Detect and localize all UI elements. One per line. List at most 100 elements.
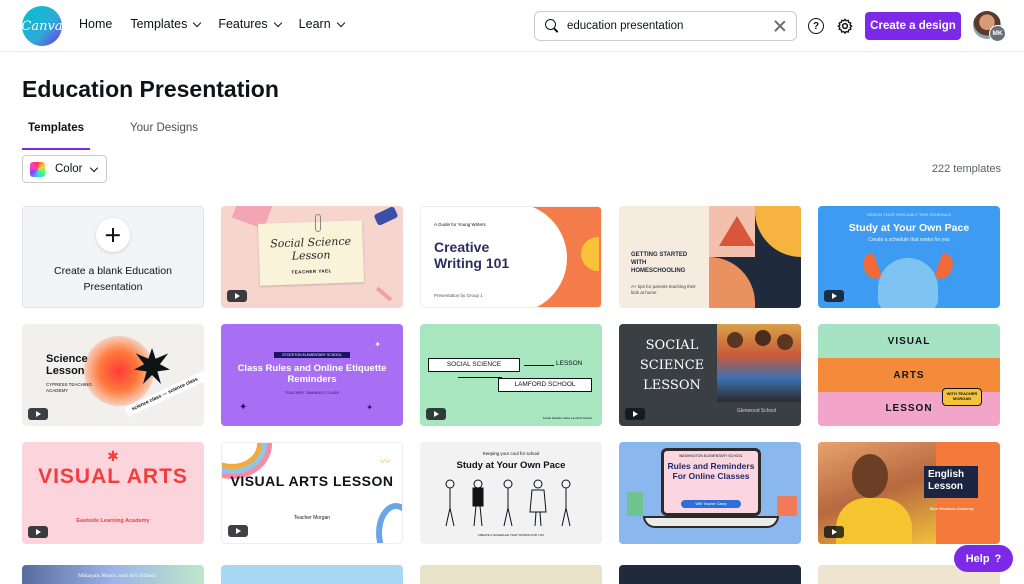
pencil-cup (627, 492, 643, 516)
play-icon (28, 526, 48, 538)
template-card[interactable] (420, 565, 602, 584)
card-subtitle: CYPRESS TEACHING ACADEMY (46, 382, 92, 393)
template-card[interactable]: DESIGN YOUR OWN DAILY TIME SCHEDULE Stud… (818, 206, 1000, 308)
help-icon[interactable]: ? (808, 18, 824, 34)
card-title: Class Rules and Online Etiquette Reminde… (237, 363, 387, 386)
card-subtitle: With Teacher Casey (681, 500, 741, 508)
wave-decoration (376, 503, 402, 543)
nav-templates[interactable]: Templates (130, 17, 202, 31)
help-button[interactable]: Help ? (954, 545, 1013, 572)
color-filter-button[interactable]: Color (22, 155, 107, 183)
tab-your-designs-label: Your Designs (130, 122, 199, 134)
card-line2: ARTS (893, 370, 925, 381)
card-subtitle: Blue Meadows Academy (930, 506, 974, 511)
nav-home[interactable]: Home (79, 17, 112, 31)
template-card[interactable]: Social Science Lesson TEACHER YAEL (221, 206, 403, 308)
template-card[interactable]: VISUAL ARTS LESSON WITH TEACHER MORGAN (818, 324, 1000, 426)
template-card[interactable]: 〰 VISUAL ARTS LESSON Teacher Morgan (221, 442, 403, 544)
plus-icon (96, 218, 130, 253)
card-kicker: Keeping your cool for school (482, 451, 540, 456)
students-sketch (445, 479, 571, 527)
paperclip-icon (315, 214, 321, 232)
laptop-base (643, 516, 779, 528)
card-title: GETTING STARTED WITH HOMESCHOOLING (631, 252, 688, 274)
close-icon[interactable] (774, 20, 786, 32)
rainbow-decoration (222, 443, 262, 469)
create-blank-card[interactable]: Create a blank Education Presentation (22, 206, 204, 308)
color-filter-label: Color (55, 163, 83, 175)
eraser-decoration (373, 206, 399, 227)
nav-templates-label: Templates (130, 17, 188, 31)
card-subtitle: Create a schedule that works for you (868, 237, 950, 243)
template-grid: Create a blank Education Presentation So… (22, 206, 1002, 544)
student-head (852, 454, 888, 498)
card-title: Rules and Reminders For Online Classes (667, 461, 755, 481)
tabs: Templates Your Designs (22, 118, 204, 150)
card-subtitle: Eastside Learning Academy (76, 518, 150, 524)
partial-template-row: Mikayan Music and Art School (22, 565, 1002, 584)
play-icon (824, 290, 844, 302)
search-input[interactable] (567, 20, 767, 32)
canva-logo[interactable]: Canva (21, 6, 63, 46)
chevron-down-icon (273, 18, 282, 27)
template-card[interactable]: STOCKTON ELEMENTARY SCHOOL Class Rules a… (221, 324, 403, 426)
template-card[interactable] (221, 565, 403, 584)
template-card[interactable]: ✱ VISUAL ARTS Eastside Learning Academy (22, 442, 204, 544)
card-title: VISUAL ARTS LESSON (230, 473, 394, 489)
nav-learn[interactable]: Learn (299, 17, 345, 31)
card-title: Study at Your Own Pace (848, 222, 970, 234)
nav-features[interactable]: Features (218, 17, 282, 31)
monster-horn-right (933, 252, 957, 282)
play-icon (625, 408, 645, 420)
template-card[interactable]: Science Lesson CYPRESS TEACHING ACADEMY … (22, 324, 204, 426)
gear-icon[interactable] (837, 18, 853, 34)
tab-templates[interactable]: Templates (22, 118, 91, 150)
card-kicker: DESIGN YOUR OWN DAILY TIME SCHEDULE (866, 212, 952, 217)
card-kicker: STOCKTON ELEMENTARY SCHOOL (282, 353, 342, 357)
template-card[interactable] (619, 565, 801, 584)
card-subtitle: TEACHER YAEL (291, 268, 332, 275)
card-subtitle: Glenwood School (737, 408, 777, 414)
red-triangle (719, 216, 755, 246)
card-title: Creative Writing 101 (434, 239, 510, 272)
person-head (777, 334, 793, 350)
tab-templates-label: Templates (28, 122, 85, 134)
books-stack (777, 496, 797, 516)
sparkle-icon: ✦ (239, 402, 248, 413)
note-paper: Social Science Lesson TEACHER YAEL (257, 220, 365, 286)
card-title-line1: SOCIAL SCIENCE (428, 358, 520, 372)
card-title: Study at Your Own Pace (456, 460, 566, 471)
template-card[interactable]: WASHINGTON ELEMENTARY SCHOOL Rules and R… (619, 442, 801, 544)
help-glyph: ? (812, 20, 820, 32)
card-title: Mikayan Music and Art School (78, 573, 156, 579)
chevron-down-icon (193, 18, 202, 27)
person-head (755, 330, 771, 346)
card-footer: Presentation by Group 1 (434, 293, 483, 298)
card-kicker: WASHINGTON ELEMENTARY SCHOOL (679, 454, 743, 458)
template-card[interactable]: SOCIAL SCIENCE LESSON LAMFORD SCHOOL Soc… (420, 324, 602, 426)
search-bar (534, 11, 797, 41)
card-title: English Lesson (924, 466, 978, 498)
play-icon (28, 408, 48, 420)
template-card[interactable]: Mikayan Music and Art School (22, 565, 204, 584)
search-icon[interactable] (545, 19, 559, 33)
template-card[interactable]: Keeping your cool for school Study at Yo… (420, 442, 602, 544)
tab-your-designs[interactable]: Your Designs (124, 118, 204, 144)
create-design-button[interactable]: Create a design (865, 12, 961, 40)
result-count: 222 templates (931, 163, 1001, 175)
template-card[interactable]: English Lesson Blue Meadows Academy (818, 442, 1000, 544)
template-card[interactable]: SOCIAL SCIENCE LESSON Glenwood School (619, 324, 801, 426)
nav-home-label: Home (79, 17, 113, 31)
card-subtitle: A+ tips for parents teaching their kids … (631, 284, 696, 295)
card-title: VISUAL ARTS (38, 465, 188, 488)
sparkle-icon: ✦ (374, 340, 381, 349)
rule-line (458, 377, 502, 378)
nav-features-label: Features (218, 17, 268, 31)
template-card[interactable]: GETTING STARTED WITH HOMESCHOOLING A+ ti… (619, 206, 801, 308)
avatar-initials: MK (992, 30, 1003, 37)
template-card[interactable]: A Guide for Young Writers Creative Writi… (420, 206, 602, 308)
create-design-label: Create a design (870, 20, 956, 32)
logo-text: Canva (21, 18, 63, 34)
monster-character (878, 258, 938, 308)
asterisk-icon: ✱ (107, 448, 119, 464)
